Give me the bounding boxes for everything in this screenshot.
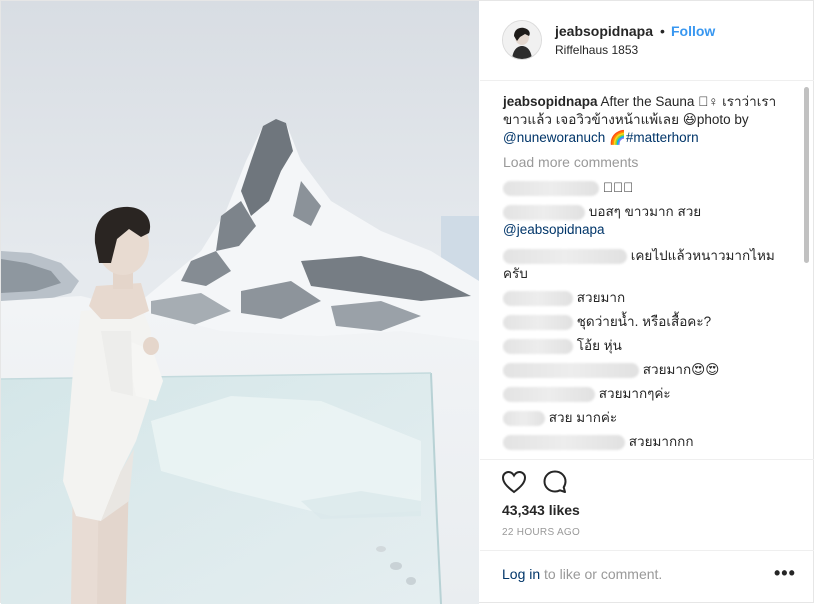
login-rest-text: to like or comment. [540,566,663,582]
post-side-panel: jeabsopidnapa • Follow Riffelhaus 1853 j… [480,1,814,604]
matterhorn-scene [1,1,479,604]
comment-text: สวย มากค่ะ [548,410,618,425]
login-prompt: Log in to like or comment. [502,566,662,582]
blurred-username [503,248,627,264]
comments-scrollbar[interactable] [802,83,810,457]
comment-text: โอ้ย หุ่น [576,338,622,353]
post-timestamp[interactable]: 22 HOURS AGO [502,527,580,538]
avatar-image [503,21,541,59]
add-comment-bar: Log in to like or comment. ••• [480,550,814,605]
caption-username[interactable]: jeabsopidnapa [503,94,598,109]
instagram-post: jeabsopidnapa • Follow Riffelhaus 1853 j… [0,0,814,604]
blurred-username [503,180,599,196]
comment-bubble-icon[interactable] [541,468,569,496]
comment-item: โอ้ย หุ่น [503,337,793,355]
comment-item: สวยมาก😍😍 [503,361,793,379]
post-caption: jeabsopidnapa After the Sauna 🏻‍♀ เราว่า… [503,93,783,147]
comment-text: สวยมากๆค่ะ [598,386,671,401]
comments-list[interactable]: jeabsopidnapa After the Sauna 🏻‍♀ เราว่า… [502,81,794,459]
comment-text: สวยมากกก [628,434,694,449]
load-more-comments-button[interactable]: Load more comments [503,154,638,170]
blurred-username [503,434,625,450]
blurred-username [503,410,545,426]
comment-item: สวยมาก [503,289,793,307]
more-options-icon[interactable]: ••• [774,563,796,584]
comment-item: สวยมากกก [503,433,793,451]
blurred-username [503,290,573,306]
comment-text: ชุดว่ายน้ำ. หรือเสื้อคะ? [576,314,712,329]
comment-item: สวยมากๆค่ะ [503,385,793,403]
comment-text: สวยมาก😍😍 [642,362,720,377]
caption-hashtag[interactable]: #matterhorn [626,130,699,145]
blurred-username [503,204,585,220]
blurred-username [503,338,573,354]
caption-mention[interactable]: @nuneworanuch [503,130,605,145]
comment-text: สวยมาก [576,290,626,305]
blurred-username [503,314,573,330]
blurred-username [503,386,595,402]
scrollbar-thumb[interactable] [804,87,809,263]
comment-item: 🏻🏻🏻 [503,179,793,197]
heart-icon[interactable] [500,468,528,496]
comment-item: ชุดว่ายน้ำ. หรือเสื้อคะ? [503,313,793,331]
separator-dot: • [660,23,665,39]
caption-emoji: 🌈 [605,130,626,145]
post-actions: 43,343 likes 22 HOURS AGO Log in to like… [480,459,814,604]
comment-text: บอสๆ ขาวมาก สวย [588,204,702,219]
post-photo[interactable] [1,1,479,604]
blurred-username [503,362,639,378]
avatar[interactable] [502,20,542,60]
comment-item: บอสๆ ขาวมาก สวย @jeabsopidnapa [503,203,793,239]
comment-mention[interactable]: @jeabsopidnapa [503,222,605,237]
comment-item: สวย มากค่ะ [503,409,793,427]
likes-count[interactable]: 43,343 likes [502,502,580,518]
login-link[interactable]: Log in [502,566,540,582]
post-header: jeabsopidnapa • Follow Riffelhaus 1853 [480,1,814,81]
username-link[interactable]: jeabsopidnapa [555,23,653,39]
comment-item: เคยไปแล้วหนาวมากไหมครับ [503,247,793,283]
location-link[interactable]: Riffelhaus 1853 [555,43,638,57]
follow-button[interactable]: Follow [671,23,715,39]
